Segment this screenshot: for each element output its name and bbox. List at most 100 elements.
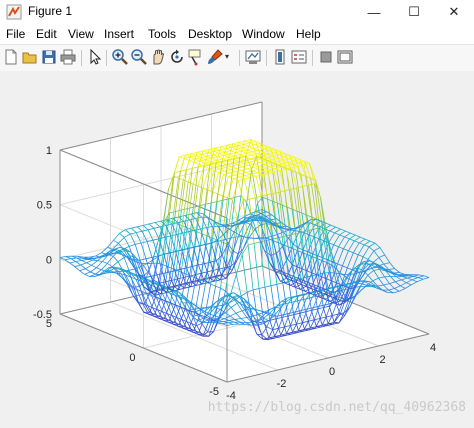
- menu-desktop[interactable]: Desktop: [188, 27, 232, 41]
- mesh-line: [296, 234, 301, 279]
- mesh-line: [350, 233, 355, 235]
- mesh-line: [340, 231, 346, 235]
- x-tick-label: 4: [430, 342, 436, 354]
- mesh-line: [267, 194, 273, 195]
- mesh-line: [280, 169, 286, 170]
- toolbar-separator: [81, 50, 82, 66]
- mesh-line: [402, 277, 407, 279]
- zoom-out-icon[interactable]: [130, 48, 148, 66]
- figure-canvas[interactable]: -4-2024-505-0.500.51 https://blog.csdn.n…: [0, 71, 474, 423]
- mesh-line: [310, 164, 315, 184]
- mesh-line: [262, 173, 268, 174]
- menu-help[interactable]: Help: [296, 27, 321, 41]
- mesh-line: [406, 280, 412, 283]
- toolbar-separator: [266, 50, 267, 66]
- mesh-line: [358, 255, 363, 257]
- mesh-line: [395, 282, 400, 286]
- brush-dropdown-icon[interactable]: ▾: [225, 52, 234, 70]
- mesh-line: [401, 278, 407, 280]
- mesh-line: [368, 251, 374, 259]
- mesh-line: [71, 258, 77, 259]
- mesh-line: [326, 223, 331, 225]
- mesh-line: [395, 280, 401, 282]
- menu-view[interactable]: View: [68, 27, 94, 41]
- save-icon[interactable]: [40, 48, 58, 66]
- mesh-line: [297, 187, 303, 188]
- mesh-line: [384, 263, 390, 265]
- x-tick-label: -2: [277, 378, 287, 390]
- zoom-in-icon[interactable]: [111, 48, 129, 66]
- mesh-line: [304, 165, 309, 185]
- mesh-line: [336, 227, 341, 229]
- mesh-line: [269, 170, 274, 172]
- mesh-line: [278, 232, 284, 234]
- mesh-line: [267, 156, 273, 157]
- insert-colorbar-icon[interactable]: [271, 48, 289, 66]
- mesh-line: [275, 167, 281, 168]
- pan-icon[interactable]: [149, 48, 167, 66]
- print-icon[interactable]: [59, 48, 77, 66]
- mesh-line: [413, 276, 418, 277]
- menu-insert[interactable]: Insert: [104, 27, 134, 41]
- link-plot-icon[interactable]: [244, 48, 262, 66]
- figure-toolbar: ▾: [0, 44, 474, 72]
- mesh-line: [347, 253, 353, 268]
- mesh-line: [335, 229, 341, 233]
- mesh-line: [348, 241, 354, 251]
- mesh-line: [287, 259, 292, 265]
- mesh-line: [287, 207, 292, 209]
- close-button[interactable]: ✕: [434, 0, 474, 24]
- show-plot-tools-icon[interactable]: [336, 48, 354, 66]
- mesh-line: [349, 239, 354, 241]
- new-figure-icon[interactable]: [2, 48, 20, 66]
- maximize-button[interactable]: ☐: [394, 0, 434, 24]
- mesh-line: [419, 275, 424, 276]
- menu-edit[interactable]: Edit: [36, 27, 57, 41]
- brush-icon[interactable]: [206, 48, 224, 66]
- mesh-line: [369, 243, 375, 247]
- z-tick-label: 0.5: [37, 200, 52, 212]
- mesh-line: [368, 275, 373, 281]
- mesh-line: [264, 168, 269, 170]
- mesh-line: [293, 163, 299, 165]
- mesh-line: [359, 243, 364, 245]
- rotate-3d-icon[interactable]: [168, 48, 186, 66]
- mesh-line: [339, 247, 344, 249]
- menu-file[interactable]: File: [6, 27, 25, 41]
- mesh-line: [400, 273, 405, 275]
- mesh-line: [264, 148, 270, 149]
- mesh-line: [417, 279, 423, 282]
- mesh-plot-3d[interactable]: -4-2024-505-0.500.51 https://blog.csdn.n…: [0, 71, 474, 423]
- minimize-button[interactable]: —: [354, 0, 394, 24]
- mesh-line: [363, 247, 369, 257]
- hide-plot-tools-icon[interactable]: [317, 48, 335, 66]
- mesh-line: [406, 283, 411, 285]
- menu-tools[interactable]: Tools: [148, 27, 176, 41]
- insert-legend-icon[interactable]: [290, 48, 308, 66]
- title-bar: Figure 1 — ☐ ✕: [0, 0, 474, 25]
- open-file-icon[interactable]: [21, 48, 39, 66]
- mesh-line: [364, 241, 370, 245]
- mesh-line: [378, 285, 384, 286]
- mesh-line: [379, 258, 384, 265]
- data-cursor-icon[interactable]: [187, 48, 205, 66]
- mesh-line: [273, 155, 279, 157]
- mesh-line: [379, 255, 385, 258]
- mesh-line: [340, 235, 345, 237]
- mesh-line: [285, 189, 291, 190]
- mesh-line: [334, 245, 339, 247]
- menu-window[interactable]: Window: [242, 27, 285, 41]
- mesh-line: [385, 277, 390, 284]
- x-tick-label: 0: [329, 366, 335, 378]
- mesh-line: [330, 231, 335, 233]
- mesh-line: [286, 229, 291, 230]
- mesh-line: [354, 237, 360, 241]
- mesh-line: [370, 241, 375, 243]
- pointer-icon[interactable]: [86, 48, 104, 66]
- mesh-line: [360, 237, 365, 239]
- mesh-line: [423, 278, 429, 280]
- mesh-line: [353, 253, 358, 255]
- mesh-line: [346, 231, 351, 233]
- mesh-line: [373, 258, 379, 263]
- mesh-line: [390, 284, 395, 289]
